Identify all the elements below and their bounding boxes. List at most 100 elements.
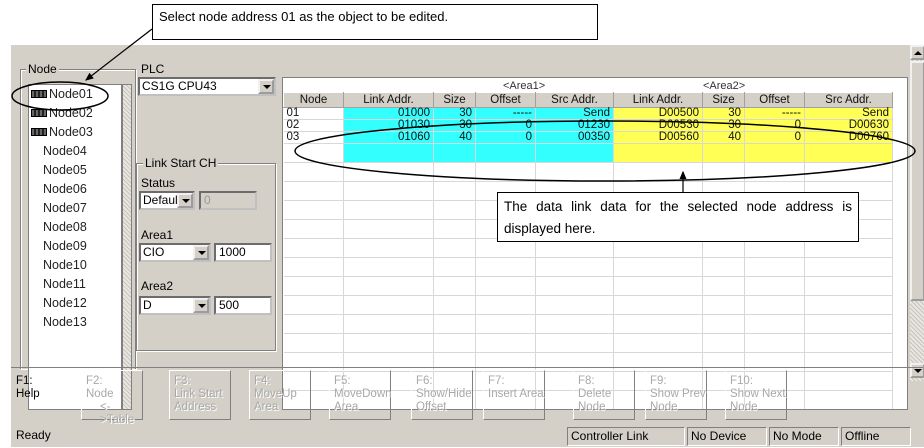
node-list-item[interactable]: Node02 <box>29 104 121 123</box>
chevron-down-icon[interactable] <box>193 245 209 260</box>
table-cell[interactable] <box>804 295 893 315</box>
table-vertical-scrollbar[interactable] <box>910 45 924 381</box>
empty-table-row[interactable] <box>283 333 893 353</box>
column-header[interactable]: Node <box>283 92 344 108</box>
table-cell[interactable] <box>613 333 703 353</box>
table-cell[interactable] <box>475 333 536 353</box>
table-cell[interactable] <box>283 181 344 201</box>
fkey-6-button[interactable]: F6: Show/Hide Offset <box>411 370 473 420</box>
table-cell[interactable] <box>702 257 745 277</box>
table-cell[interactable] <box>744 143 805 163</box>
fkey-9-button[interactable]: F9: Show Prev Node <box>645 370 707 420</box>
table-cell[interactable]: 00350 <box>535 131 614 144</box>
fkey-3-button[interactable]: F3: Link Start Address <box>169 370 231 420</box>
table-cell[interactable] <box>475 276 536 296</box>
table-cell[interactable] <box>535 295 614 315</box>
table-cell[interactable] <box>343 295 434 315</box>
table-cell[interactable] <box>433 333 476 353</box>
area2-address-input[interactable]: 500 <box>214 296 272 315</box>
table-cell[interactable]: 40 <box>702 131 745 144</box>
table-cell[interactable] <box>343 143 434 163</box>
table-cell[interactable]: 30 <box>702 119 745 132</box>
node-list-item[interactable]: Node09 <box>29 237 121 256</box>
table-cell[interactable] <box>283 162 344 182</box>
table-cell[interactable] <box>613 257 703 277</box>
table-cell[interactable] <box>702 295 745 315</box>
node-list-item[interactable]: Node05 <box>29 161 121 180</box>
empty-table-row[interactable] <box>283 257 893 277</box>
table-cell[interactable] <box>702 276 745 296</box>
table-cell[interactable]: Send <box>535 107 614 120</box>
table-cell[interactable] <box>613 314 703 334</box>
data-link-grid[interactable]: Node Link Addr. Size Offset Src Addr. Link Ad… <box>283 92 893 409</box>
table-cell[interactable] <box>343 181 434 201</box>
table-cell[interactable] <box>702 162 745 182</box>
empty-table-row[interactable] <box>283 295 893 315</box>
table-cell[interactable]: 30 <box>702 107 745 120</box>
table-cell[interactable] <box>475 295 536 315</box>
table-cell[interactable] <box>702 333 745 353</box>
node-list-item[interactable]: Node03 <box>29 123 121 142</box>
table-cell[interactable] <box>343 219 434 239</box>
table-cell[interactable] <box>804 276 893 296</box>
table-cell[interactable] <box>475 162 536 182</box>
table-cell[interactable] <box>744 162 805 182</box>
empty-table-row[interactable] <box>283 162 893 182</box>
table-cell[interactable] <box>702 314 745 334</box>
table-cell[interactable] <box>744 295 805 315</box>
table-cell[interactable] <box>343 257 434 277</box>
table-cell[interactable] <box>535 257 614 277</box>
empty-table-row[interactable] <box>283 314 893 334</box>
table-cell[interactable]: 02 <box>283 119 344 132</box>
table-cell[interactable] <box>343 333 434 353</box>
fkey-8-button[interactable]: F8: Delete Node <box>573 370 635 420</box>
table-cell[interactable] <box>283 143 344 163</box>
empty-table-row[interactable] <box>283 276 893 296</box>
chevron-down-icon[interactable] <box>258 79 274 94</box>
fkey-2-button[interactable]: F2: Node <->Table <box>81 370 143 426</box>
table-cell[interactable] <box>535 333 614 353</box>
data-link-table[interactable]: <Area1> <Area2> Node Link Addr. Size Offset… <box>282 77 908 410</box>
scroll-thumb[interactable] <box>910 61 924 301</box>
table-cell[interactable] <box>343 314 434 334</box>
table-cell[interactable] <box>433 143 476 163</box>
table-cell[interactable]: D00500 <box>613 107 703 120</box>
empty-table-row[interactable] <box>283 143 893 163</box>
table-cell[interactable]: ----- <box>744 107 805 120</box>
table-cell[interactable] <box>613 162 703 182</box>
table-cell[interactable] <box>283 276 344 296</box>
node-list-item[interactable]: Node11 <box>29 275 121 294</box>
table-cell[interactable] <box>804 162 893 182</box>
table-cell[interactable] <box>283 295 344 315</box>
table-cell[interactable] <box>702 143 745 163</box>
table-cell[interactable] <box>433 276 476 296</box>
table-cell[interactable]: D00530 <box>613 119 703 132</box>
table-cell[interactable]: 0 <box>744 131 805 144</box>
table-cell[interactable]: 03 <box>283 131 344 144</box>
table-cell[interactable] <box>744 257 805 277</box>
fkey-10-button[interactable]: F10: Show Next Node <box>725 370 787 420</box>
node-list-scrollbar[interactable] <box>122 84 132 410</box>
table-cell[interactable] <box>343 162 434 182</box>
table-row[interactable]: 02 01030 30 0 01230 D00530 30 0 D00630 <box>283 119 893 132</box>
column-header[interactable]: Src Addr. <box>804 92 893 108</box>
table-cell[interactable] <box>744 333 805 353</box>
table-cell[interactable]: 01060 <box>343 131 434 144</box>
fkey-7-button[interactable]: F7: Insert Area <box>483 370 545 420</box>
table-cell[interactable] <box>343 276 434 296</box>
table-cell[interactable] <box>475 257 536 277</box>
table-cell[interactable]: Send <box>804 107 893 120</box>
table-cell[interactable]: D00760 <box>804 131 893 144</box>
table-cell[interactable] <box>343 238 434 258</box>
table-row[interactable]: 01 01000 30 ----- Send D00500 30 ----- Send <box>283 107 893 120</box>
table-cell[interactable] <box>535 162 614 182</box>
table-cell[interactable] <box>283 314 344 334</box>
table-cell[interactable]: 01030 <box>343 119 434 132</box>
table-cell[interactable] <box>535 314 614 334</box>
table-cell[interactable]: 01230 <box>535 119 614 132</box>
fkey-1-button[interactable]: F1: Help <box>11 370 73 420</box>
plc-model-select[interactable]: CS1G CPU43 <box>138 77 276 96</box>
area1-type-select[interactable]: CIO <box>139 243 211 262</box>
table-cell[interactable] <box>283 200 344 220</box>
table-cell[interactable]: 0 <box>475 119 536 132</box>
